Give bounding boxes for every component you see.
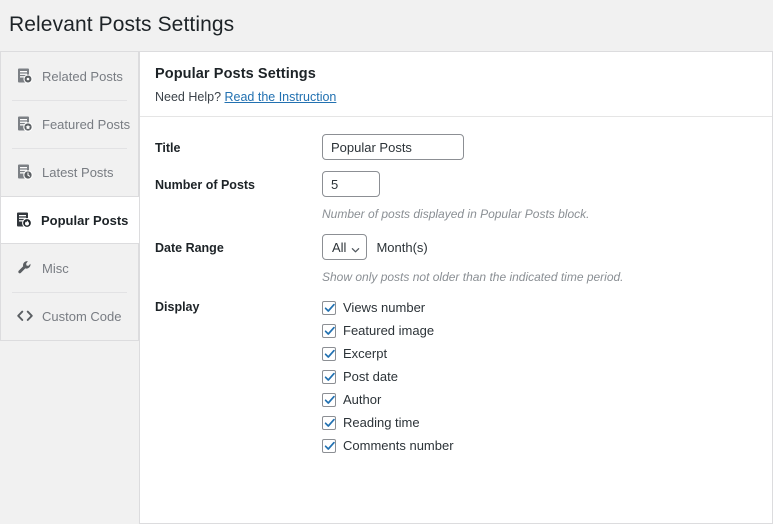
sidebar-items-list: Related Posts Featured Posts [1,52,139,340]
display-option-label: Excerpt [343,347,387,360]
display-option-label: Post date [343,370,398,383]
checkbox-checked-icon[interactable] [322,324,336,338]
display-label: Display [140,299,322,317]
checkbox-checked-icon[interactable] [322,370,336,384]
sidebar: Related Posts Featured Posts [0,51,139,341]
checkbox-checked-icon[interactable] [322,393,336,407]
document-clock-dot-icon [15,66,35,86]
display-option-label: Comments number [343,439,454,452]
sidebar-item-label: Latest Posts [42,165,114,180]
date-range-select[interactable]: All [322,234,367,260]
settings-layout: Related Posts Featured Posts [0,51,773,524]
date-range-controls: All Month(s) [322,234,756,260]
date-range-field-wrap: All Month(s) Show only posts not older t… [322,234,772,286]
checkbox-checked-icon[interactable] [322,347,336,361]
sidebar-item-related-posts[interactable]: Related Posts [1,52,138,100]
display-option-views-number[interactable]: Views number [322,301,756,315]
display-option-comments-number[interactable]: Comments number [322,439,756,453]
sidebar-item-label: Misc [42,261,69,276]
panel-title: Popular Posts Settings [155,66,754,82]
display-option-featured-image[interactable]: Featured image [322,324,756,338]
panel-header: Popular Posts Settings Need Help? Read t… [140,52,772,117]
read-instruction-link[interactable]: Read the Instruction [225,90,337,104]
need-help-text: Need Help? Read the Instruction [155,90,754,104]
sidebar-item-latest-posts[interactable]: Latest Posts [1,148,138,196]
number-of-posts-label: Number of Posts [140,171,322,195]
sidebar-item-popular-posts[interactable]: Popular Posts [1,196,139,244]
sidebar-item-custom-code[interactable]: Custom Code [1,292,138,340]
display-option-label: Views number [343,301,425,314]
display-option-label: Author [343,393,381,406]
display-option-post-date[interactable]: Post date [322,370,756,384]
title-field-wrap [322,134,772,160]
field-row-date-range: Date Range All Month(s) [140,223,772,286]
date-range-label: Date Range [140,234,322,258]
settings-form: Title Number of Posts Number of posts di… [140,117,772,471]
display-option-reading-time[interactable]: Reading time [322,416,756,430]
display-field-wrap: Views number Featured image [322,299,772,453]
document-star-icon [15,114,35,134]
document-clock-icon [15,162,35,182]
document-flame-icon [14,210,34,230]
display-option-label: Reading time [343,416,420,429]
chevron-down-icon [351,243,360,252]
sidebar-item-misc[interactable]: Misc [1,244,138,292]
checkbox-checked-icon[interactable] [322,416,336,430]
number-of-posts-field-wrap: Number of posts displayed in Popular Pos… [322,171,772,223]
sidebar-item-label: Popular Posts [41,213,128,228]
wrench-icon [15,258,35,278]
checkbox-checked-icon[interactable] [322,301,336,315]
number-of-posts-helper: Number of posts displayed in Popular Pos… [322,206,756,223]
title-label: Title [140,134,322,158]
code-brackets-icon [15,306,35,326]
display-option-label: Featured image [343,324,434,337]
page-title: Relevant Posts Settings [0,0,773,51]
date-range-selected-value: All [332,240,346,255]
field-row-number-of-posts: Number of Posts Number of posts displaye… [140,160,772,223]
display-option-excerpt[interactable]: Excerpt [322,347,756,361]
number-of-posts-input[interactable] [322,171,380,197]
sidebar-item-featured-posts[interactable]: Featured Posts [1,100,138,148]
checkbox-checked-icon[interactable] [322,439,336,453]
display-option-author[interactable]: Author [322,393,756,407]
date-range-unit-label: Month(s) [376,240,427,255]
settings-panel: Popular Posts Settings Need Help? Read t… [139,51,773,524]
date-range-helper: Show only posts not older than the indic… [322,269,756,286]
sidebar-item-label: Related Posts [42,69,123,84]
sidebar-item-label: Featured Posts [42,117,130,132]
display-options-list: Views number Featured image [322,299,756,453]
field-row-display: Display Views number [140,286,772,471]
sidebar-item-label: Custom Code [42,309,121,324]
title-input[interactable] [322,134,464,160]
field-row-title: Title [140,123,772,160]
need-help-label: Need Help? [155,90,221,104]
